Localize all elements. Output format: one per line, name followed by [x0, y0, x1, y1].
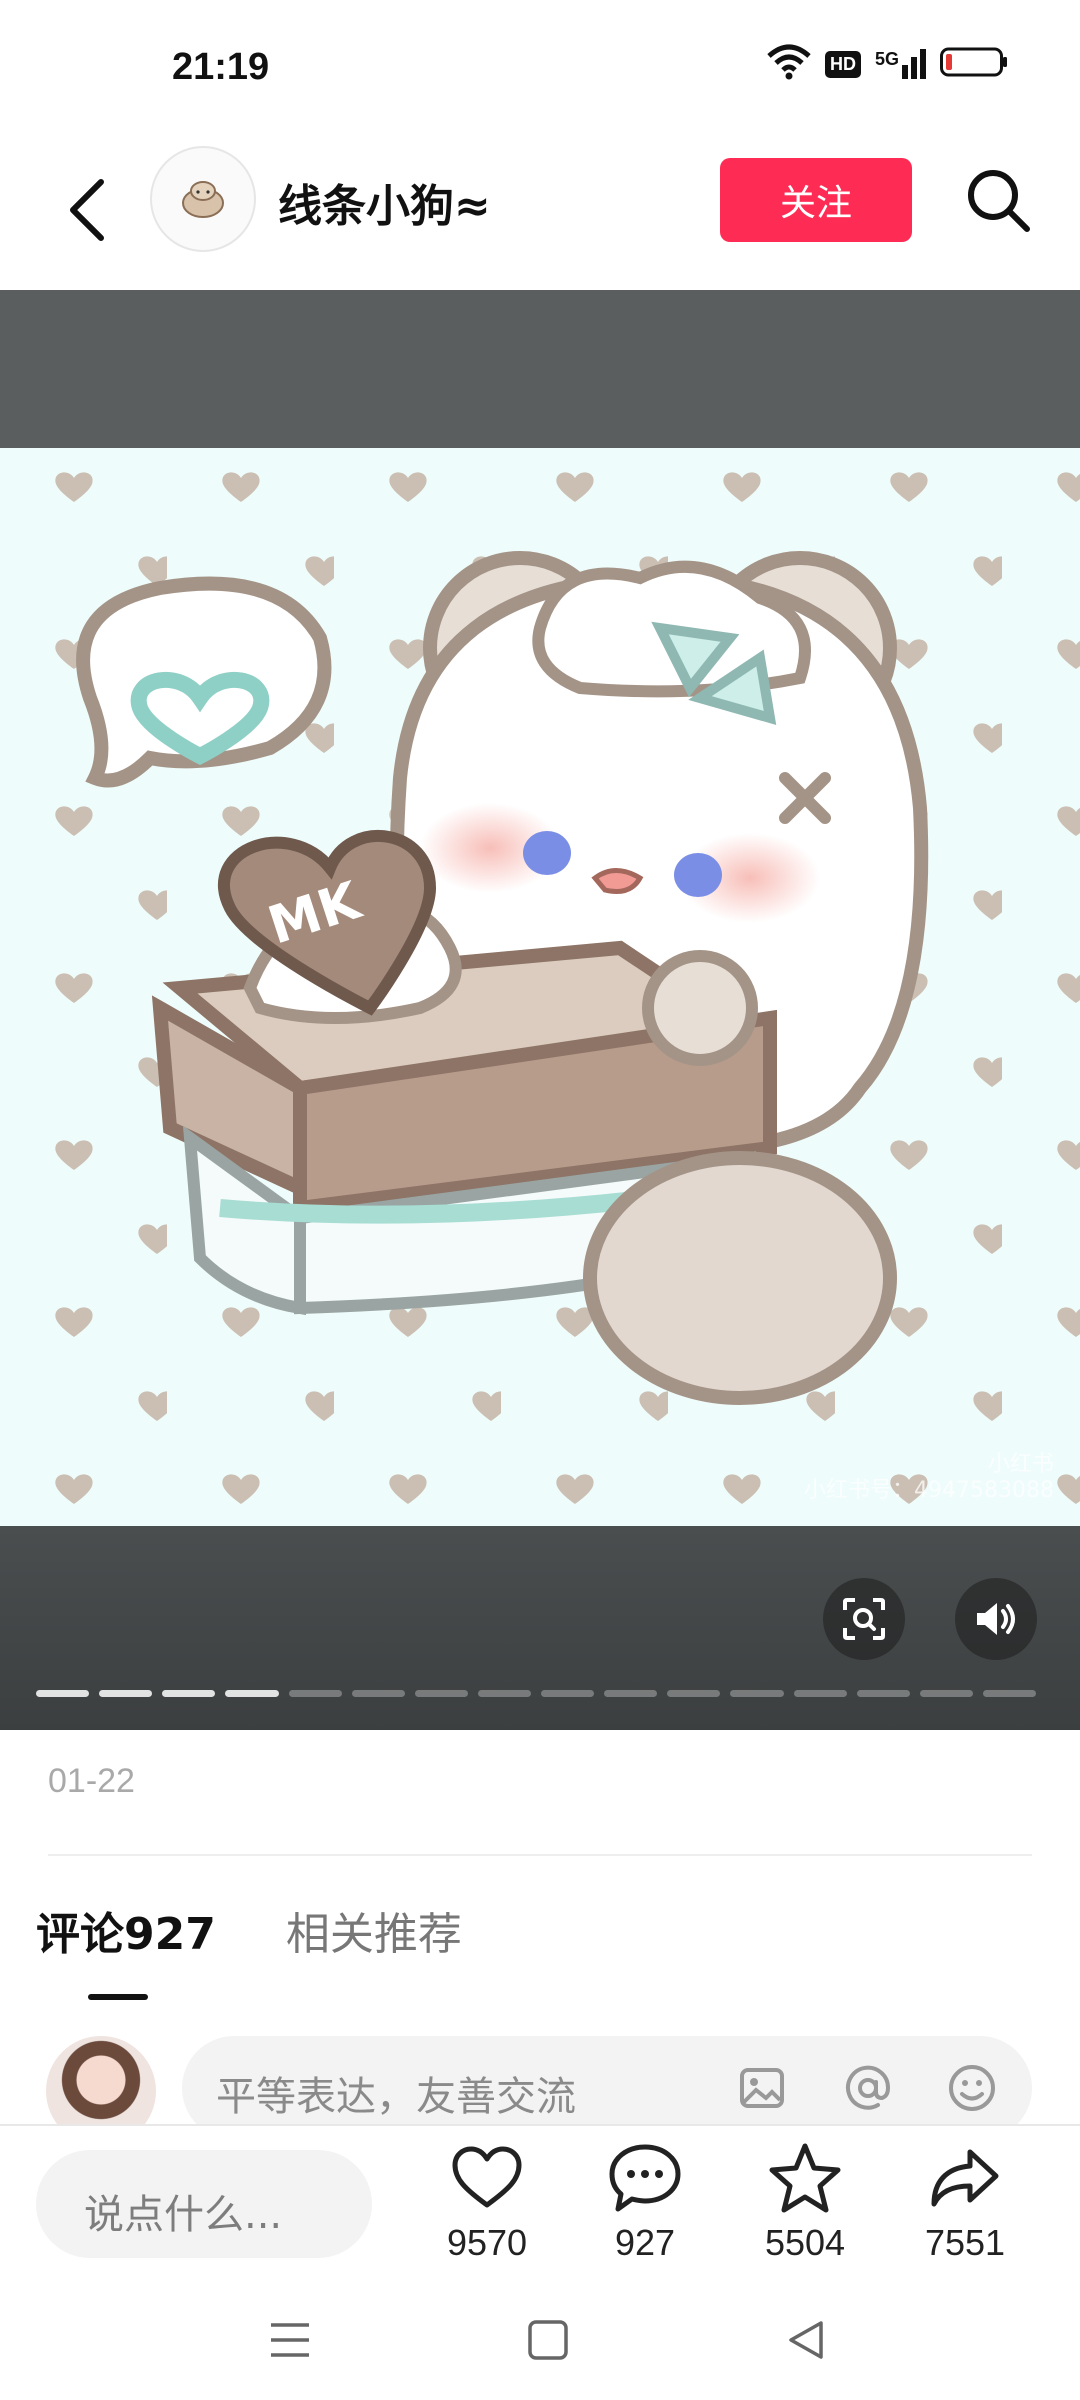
- progress-segment: [856, 1690, 910, 1697]
- search-icon: [968, 170, 1030, 232]
- progress-segment: [414, 1690, 468, 1697]
- status-icons: HD 5G: [767, 44, 1008, 84]
- tab-related[interactable]: 相关推荐: [286, 1898, 462, 1968]
- progress-segment: [288, 1690, 342, 1697]
- image-icon[interactable]: [734, 2060, 790, 2116]
- progress-segment: [162, 1690, 216, 1697]
- scan-search-icon: [843, 1598, 885, 1640]
- volume-icon: [977, 1603, 1015, 1635]
- status-time: 21:19: [172, 46, 270, 88]
- system-nav-bar: [0, 2280, 1080, 2400]
- active-tab-indicator: [88, 1994, 148, 2000]
- favorite-button[interactable]: 5504: [740, 2138, 870, 2264]
- progress-segment: [667, 1690, 721, 1697]
- carousel-progress: [36, 1690, 1036, 1698]
- back-button[interactable]: [52, 170, 122, 250]
- triangle-back-icon: [789, 2321, 823, 2359]
- progress-segment: [36, 1690, 90, 1697]
- battery-low-icon: [940, 46, 1008, 82]
- progress-segment: [541, 1690, 595, 1697]
- progress-segment: [793, 1690, 847, 1697]
- wifi-icon: [767, 44, 811, 84]
- watermark-line: 小红书号：4947583088: [804, 1478, 1054, 1503]
- search-button[interactable]: [958, 160, 1038, 240]
- media-letterbox-bottom: [0, 1526, 1080, 1730]
- network-label: 5G: [874, 49, 899, 69]
- post-image[interactable]: MK 小红书 小红书号：4947583088: [0, 448, 1080, 1526]
- quick-comment-input[interactable]: 说点什么...: [36, 2150, 372, 2258]
- follow-button[interactable]: 关注: [720, 158, 912, 242]
- square-icon: [528, 2320, 568, 2360]
- mention-icon[interactable]: [840, 2060, 896, 2116]
- bottom-action-bar: 说点什么... 9570 927 5504 7551: [0, 2124, 1080, 2280]
- bear-cake-illustration: MK: [0, 448, 1080, 1526]
- media-viewer[interactable]: MK 小红书 小红书号：4947583088: [0, 290, 1080, 1730]
- author-avatar[interactable]: [150, 146, 256, 252]
- comment-count: 927: [614, 2222, 676, 2263]
- comment-tabs: 评论927 相关推荐: [36, 1898, 462, 1978]
- progress-segment: [982, 1690, 1036, 1697]
- hd-icon: HD: [824, 50, 861, 78]
- comment-bubble-icon: [609, 2144, 681, 2212]
- divider: [48, 1854, 1032, 1856]
- menu-icon: [271, 2323, 309, 2357]
- watermark-line: 小红书: [987, 1452, 1054, 1477]
- home-nav-button[interactable]: [518, 2310, 578, 2370]
- comment-input-row: 平等表达，友善交流: [0, 2032, 1080, 2124]
- share-arrow-icon: [931, 2149, 999, 2207]
- favorite-count: 5504: [764, 2222, 846, 2263]
- author-name[interactable]: 线条小狗≈: [278, 170, 491, 234]
- comment-placeholder: 平等表达，友善交流: [216, 2074, 576, 2120]
- back-nav-button[interactable]: [776, 2310, 836, 2370]
- signal-5g-icon: 5G: [875, 49, 926, 79]
- user-avatar[interactable]: [46, 2036, 156, 2124]
- progress-segment: [351, 1690, 405, 1697]
- top-header: 线条小狗≈ 关注: [0, 130, 1080, 290]
- progress-segment: [604, 1690, 658, 1697]
- comment-input[interactable]: 平等表达，友善交流: [182, 2036, 1032, 2124]
- progress-segment: [730, 1690, 784, 1697]
- share-count: 7551: [924, 2222, 1006, 2263]
- image-watermark: 小红书 小红书号：4947583088: [804, 1452, 1054, 1504]
- image-search-button[interactable]: [823, 1578, 905, 1660]
- like-button[interactable]: 9570: [422, 2138, 552, 2264]
- sound-toggle-button[interactable]: [955, 1578, 1037, 1660]
- media-letterbox-top: [0, 290, 1080, 448]
- post-date: 01-22: [48, 1762, 135, 1800]
- tab-comments[interactable]: 评论927: [36, 1898, 216, 1968]
- share-button[interactable]: 7551: [900, 2138, 1030, 2264]
- comment-button[interactable]: 927: [580, 2138, 710, 2264]
- progress-segment: [919, 1690, 973, 1697]
- status-bar: 21:19 HD 5G: [0, 0, 1080, 130]
- emoji-icon[interactable]: [944, 2060, 1000, 2116]
- chevron-left-icon: [70, 179, 104, 241]
- progress-segment: [477, 1690, 531, 1697]
- progress-segment: [99, 1690, 153, 1697]
- menu-nav-button[interactable]: [260, 2310, 320, 2370]
- like-count: 9570: [446, 2222, 528, 2263]
- progress-segment: [225, 1690, 279, 1697]
- heart-icon: [452, 2146, 522, 2208]
- star-icon: [769, 2143, 841, 2213]
- quick-comment-placeholder: 说点什么...: [84, 2192, 283, 2238]
